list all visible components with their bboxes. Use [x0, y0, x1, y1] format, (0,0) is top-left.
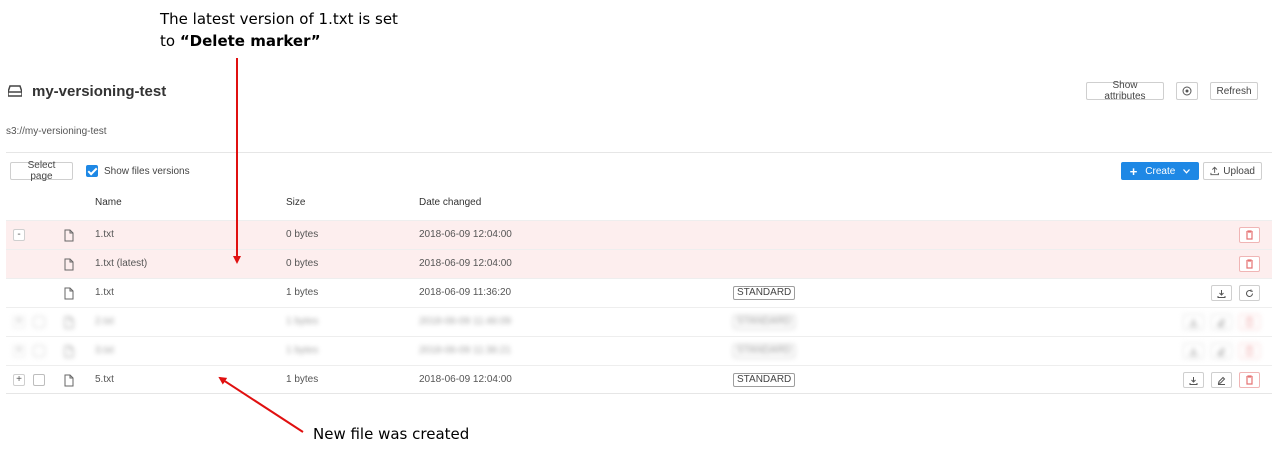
- download-button[interactable]: [1183, 372, 1204, 388]
- file-size: 1 bytes: [286, 345, 319, 356]
- table-row[interactable]: 1.txt (latest) 0 bytes 2018-06-09 12:04:…: [6, 249, 1272, 278]
- delete-button[interactable]: [1239, 343, 1260, 359]
- table-row[interactable]: + 5.txt 1 bytes 2018-06-09 12:04:00 STAN…: [6, 365, 1272, 394]
- page-title: my-versioning-test: [32, 82, 167, 100]
- delete-button[interactable]: [1239, 256, 1260, 272]
- storage-class-badge: STANDARD: [733, 373, 796, 387]
- table-row[interactable]: + 3.txt 1 bytes 2018-06-09 11:36:21 STAN…: [6, 336, 1272, 365]
- bucket-panel: my-versioning-test s3://my-versioning-te…: [0, 66, 1272, 396]
- annotation-line-2-prefix: to: [160, 32, 180, 50]
- upload-button[interactable]: Upload: [1203, 162, 1262, 180]
- file-name[interactable]: 1.txt: [95, 287, 114, 298]
- file-browser: Select page Show files versions + Create…: [6, 152, 1272, 394]
- delete-button[interactable]: [1239, 227, 1260, 243]
- expand-toggle[interactable]: +: [13, 345, 25, 357]
- header-actions: Show attributes Refresh: [1086, 80, 1258, 102]
- trash-icon: [1246, 375, 1253, 385]
- download-button[interactable]: [1211, 285, 1232, 301]
- file-size: 1 bytes: [286, 374, 319, 385]
- trash-icon: [1246, 346, 1253, 356]
- file-size: 0 bytes: [286, 258, 319, 269]
- storage-drive-icon: [8, 85, 22, 97]
- plus-icon: +: [1129, 163, 1138, 179]
- file-size: 1 bytes: [286, 287, 319, 298]
- annotation-line-2-bold: “Delete marker”: [179, 32, 321, 50]
- upload-icon: [1210, 166, 1219, 176]
- table-row[interactable]: + 2.txt 1 bytes 2018-06-09 11:46:09 STAN…: [6, 307, 1272, 336]
- toolbar-right: + Create Upload: [1121, 162, 1262, 180]
- toolbar: Select page Show files versions + Create…: [10, 160, 1272, 182]
- download-button[interactable]: [1183, 343, 1204, 359]
- file-size: 1 bytes: [286, 316, 319, 327]
- pencil-icon: [1217, 376, 1226, 385]
- title-row: my-versioning-test: [8, 80, 166, 102]
- upload-label: Upload: [1223, 165, 1255, 177]
- edit-button[interactable]: [1211, 343, 1232, 359]
- expand-toggle[interactable]: +: [13, 374, 25, 386]
- chevron-down-icon: [1183, 168, 1191, 174]
- storage-class-badge: STANDARD: [733, 344, 796, 358]
- column-header-date[interactable]: Date changed: [419, 197, 481, 208]
- row-checkbox[interactable]: [33, 316, 45, 328]
- edit-button[interactable]: [1211, 372, 1232, 388]
- pencil-icon: [1217, 347, 1226, 356]
- show-versions-toggle[interactable]: Show files versions: [86, 165, 190, 177]
- column-header-name[interactable]: Name: [95, 197, 122, 208]
- file-date: 2018-06-09 11:36:21: [419, 345, 512, 356]
- show-attributes-button[interactable]: Show attributes: [1086, 80, 1164, 102]
- file-icon: [64, 258, 74, 271]
- column-header-size[interactable]: Size: [286, 197, 305, 208]
- select-page-button[interactable]: Select page: [10, 160, 73, 182]
- annotation-delete-marker: The latest version of 1.txt is set to “D…: [160, 8, 420, 52]
- download-icon: [1189, 347, 1198, 356]
- file-name[interactable]: 3.txt: [95, 345, 114, 356]
- annotation-line-1: The latest version of 1.txt is set: [160, 10, 398, 28]
- file-date: 2018-06-09 12:04:00: [419, 374, 512, 385]
- file-date: 2018-06-09 12:04:00: [419, 229, 512, 240]
- create-button[interactable]: + Create: [1121, 162, 1199, 180]
- row-checkbox[interactable]: [33, 345, 45, 357]
- delete-button[interactable]: [1239, 372, 1260, 388]
- edit-button[interactable]: [1211, 314, 1232, 330]
- show-versions-label: Show files versions: [104, 165, 190, 177]
- delete-button[interactable]: [1239, 314, 1260, 330]
- download-icon: [1189, 318, 1198, 327]
- file-date: 2018-06-09 11:46:09: [419, 316, 512, 327]
- trash-icon: [1246, 230, 1253, 240]
- collapse-toggle[interactable]: -: [13, 229, 25, 241]
- annotation-new-file: New file was created: [313, 425, 470, 443]
- expand-toggle[interactable]: +: [13, 316, 25, 328]
- table-row[interactable]: - 1.txt 0 bytes 2018-06-09 12:04:00: [6, 220, 1272, 249]
- table-row[interactable]: 1.txt 1 bytes 2018-06-09 11:36:20 STANDA…: [6, 278, 1272, 307]
- file-name[interactable]: 5.txt: [95, 374, 114, 385]
- file-name[interactable]: 1.txt (latest): [95, 258, 147, 269]
- pencil-icon: [1217, 318, 1226, 327]
- trash-icon: [1246, 259, 1253, 269]
- file-date: 2018-06-09 11:36:20: [419, 287, 512, 298]
- storage-class-badge: STANDARD: [733, 315, 796, 329]
- file-date: 2018-06-09 12:04:00: [419, 258, 512, 269]
- file-icon: [64, 316, 74, 329]
- storage-class-badge: STANDARD: [733, 286, 796, 300]
- file-name[interactable]: 2.txt: [95, 316, 114, 327]
- row-checkbox[interactable]: [33, 374, 45, 386]
- view-settings-button[interactable]: [1176, 82, 1198, 100]
- file-icon: [64, 345, 74, 358]
- download-button[interactable]: [1183, 314, 1204, 330]
- trash-icon: [1246, 317, 1253, 327]
- create-label: Create: [1145, 165, 1176, 177]
- restore-version-button[interactable]: [1239, 285, 1260, 301]
- restore-icon: [1246, 289, 1253, 297]
- file-size: 0 bytes: [286, 229, 319, 240]
- show-versions-checkbox[interactable]: [86, 165, 98, 177]
- download-icon: [1189, 376, 1198, 385]
- refresh-button[interactable]: Refresh: [1210, 82, 1258, 100]
- file-name[interactable]: 1.txt: [95, 229, 114, 240]
- file-icon: [64, 229, 74, 242]
- file-icon: [64, 287, 74, 300]
- eye-icon: [1182, 86, 1192, 96]
- download-icon: [1217, 289, 1226, 298]
- bucket-path: s3://my-versioning-test: [6, 126, 107, 137]
- file-icon: [64, 374, 74, 387]
